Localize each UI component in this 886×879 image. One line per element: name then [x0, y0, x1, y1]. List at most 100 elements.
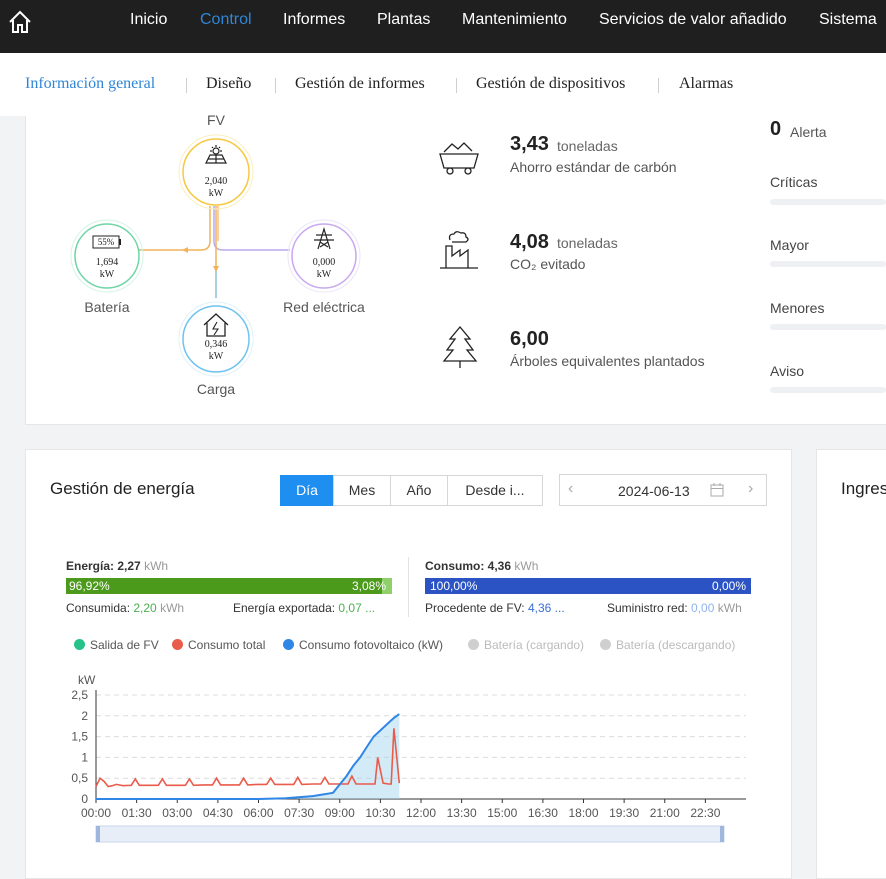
x-tick-label: 03:00	[162, 806, 192, 820]
grid-supply-stat: Suministro red: 0,00 kWh	[607, 601, 742, 615]
zoom-handle-right	[720, 826, 724, 842]
grid-label: Red eléctrica	[283, 299, 365, 315]
alert-warning-bar	[770, 387, 886, 393]
income-card	[816, 449, 886, 879]
tab-gestion-dispositivos[interactable]: Gestión de dispositivos	[476, 75, 625, 93]
x-tick-label: 21:00	[650, 806, 680, 820]
production-consumed-fill	[66, 578, 382, 594]
alert-critical-label: Críticas	[770, 174, 818, 190]
co2-desc: CO₂ evitado	[510, 256, 586, 272]
home-icon[interactable]	[6, 8, 34, 36]
x-tick-label: 01:30	[122, 806, 152, 820]
consumed-stat: Consumida: 2,20 kWh	[66, 601, 185, 615]
flow-line-pv-grid	[213, 206, 290, 251]
pv-value: 2,040 kW	[204, 176, 228, 199]
energy-line-chart: kW 0 0,5 1 1,5 2 2,5 00:00 01:30 03:00 04:30 06:00 0…	[71, 673, 746, 843]
battery-label: Batería	[84, 299, 130, 315]
x-tick-label: 09:00	[325, 806, 355, 820]
prev-date-icon[interactable]: ‹	[568, 480, 573, 498]
y-tick-label: 1	[81, 750, 88, 764]
period-since-button[interactable]: Desde i...	[447, 475, 543, 506]
x-tick-label: 18:00	[568, 806, 598, 820]
period-year-button[interactable]: Año	[390, 475, 448, 506]
nav-item-plantas[interactable]: Plantas	[377, 11, 430, 29]
legend-battery-discharging[interactable]: Batería (descargando)	[600, 638, 735, 652]
consumption-bar: 100,00% 0,00%	[425, 578, 751, 594]
tab-separator	[186, 78, 187, 93]
tab-separator	[275, 78, 276, 93]
production-consumed-pct: 96,92%	[69, 579, 110, 593]
zoom-handle-left	[96, 826, 100, 842]
coal-cart-icon	[439, 142, 479, 175]
date-picker[interactable]: ‹ 2024-06-13 ›	[559, 474, 767, 506]
tab-separator	[456, 78, 457, 93]
battery-value: 1,694 kW	[95, 257, 119, 280]
x-tick-label: 16:30	[528, 806, 558, 820]
exported-stat: Energía exportada: 0,07 ...	[233, 601, 376, 615]
nav-item-servicios[interactable]: Servicios de valor añadido	[599, 11, 787, 29]
production-summary: Energía: 2,27 kWh	[66, 559, 169, 573]
y-tick-label: 1,5	[71, 730, 88, 744]
next-date-icon[interactable]: ›	[748, 480, 753, 498]
x-tick-label: 04:30	[203, 806, 233, 820]
y-tick-label: 0,5	[71, 771, 88, 785]
carbon-unit: toneladas	[557, 138, 618, 154]
alert-minor-label: Menores	[770, 300, 825, 316]
legend-total-consumption[interactable]: Consumo total	[172, 638, 265, 652]
top-nav-bar: Inicio Control Informes Plantas Mantenim…	[0, 0, 886, 53]
x-tick-label: 22:30	[690, 806, 720, 820]
alert-major-label: Mayor	[770, 237, 809, 253]
grid-value: 0,000 kW	[312, 257, 336, 280]
x-tick-label: 06:00	[243, 806, 273, 820]
tab-diseno[interactable]: Diseño	[206, 75, 251, 93]
legend-battery-charging[interactable]: Batería (cargando)	[468, 638, 584, 652]
load-value: 0,346 kW	[204, 339, 228, 362]
y-tick-label: 0	[81, 792, 88, 806]
tab-alarmas[interactable]: Alarmas	[679, 75, 733, 93]
x-tick-label: 13:30	[447, 806, 477, 820]
legend-pv-consumption[interactable]: Consumo fotovoltaico (kW)	[283, 638, 443, 652]
tab-informacion-general[interactable]: Información general	[25, 75, 155, 93]
trees-value: 6,00	[510, 328, 549, 350]
legend-pv-output[interactable]: Salida de FV	[74, 638, 159, 652]
y-tick-label: 2,5	[71, 688, 88, 702]
consumption-grid-pct: 0,00%	[711, 579, 746, 593]
x-tick-label: 12:00	[406, 806, 436, 820]
x-tick-label: 10:30	[365, 806, 395, 820]
y-tick-label: 2	[81, 709, 88, 723]
nav-item-inicio[interactable]: Inicio	[130, 11, 167, 29]
carbon-desc: Ahorro estándar de carbón	[510, 159, 677, 175]
alert-major-bar	[770, 261, 886, 267]
tab-gestion-informes[interactable]: Gestión de informes	[295, 75, 425, 93]
period-month-button[interactable]: Mes	[333, 475, 391, 506]
x-tick-label: 00:00	[81, 806, 111, 820]
period-day-button[interactable]: Día	[280, 475, 334, 506]
calendar-icon[interactable]	[710, 483, 724, 497]
sub-nav-bar: Información general Diseño Gestión de in…	[0, 53, 886, 116]
zoom-slider-track	[95, 825, 725, 843]
x-tick-label: 07:30	[284, 806, 314, 820]
alert-critical-bar	[770, 199, 886, 205]
nav-item-sistema[interactable]: Sistema	[819, 11, 877, 29]
flow-line-pv-battery	[138, 206, 211, 251]
consumption-summary: Consumo: 4,36 kWh	[425, 559, 539, 573]
nav-item-informes[interactable]: Informes	[283, 11, 345, 29]
factory-icon	[440, 231, 478, 269]
nav-item-mantenimiento[interactable]: Mantenimiento	[462, 11, 567, 29]
y-axis-label: kW	[78, 673, 96, 687]
battery-soc: 55%	[97, 237, 115, 247]
alert-warning-label: Aviso	[770, 363, 804, 379]
stats-divider	[408, 557, 409, 617]
alert-label: Alerta	[790, 124, 827, 140]
tree-icon	[442, 325, 478, 368]
production-exported-pct: 3,08%	[351, 579, 386, 593]
trees-desc: Árboles equivalentes plantados	[510, 353, 705, 369]
x-tick-label: 19:30	[609, 806, 639, 820]
date-value: 2024-06-13	[618, 483, 690, 499]
production-bar: 96,92% 3,08%	[66, 578, 392, 594]
load-label: Carga	[196, 381, 236, 397]
nav-item-control[interactable]: Control	[200, 11, 252, 29]
pv-source-stat: Procedente de FV: 4,36 ...	[425, 601, 565, 615]
consumption-pv-pct: 100,00%	[430, 579, 478, 593]
x-tick-label: 15:00	[487, 806, 517, 820]
